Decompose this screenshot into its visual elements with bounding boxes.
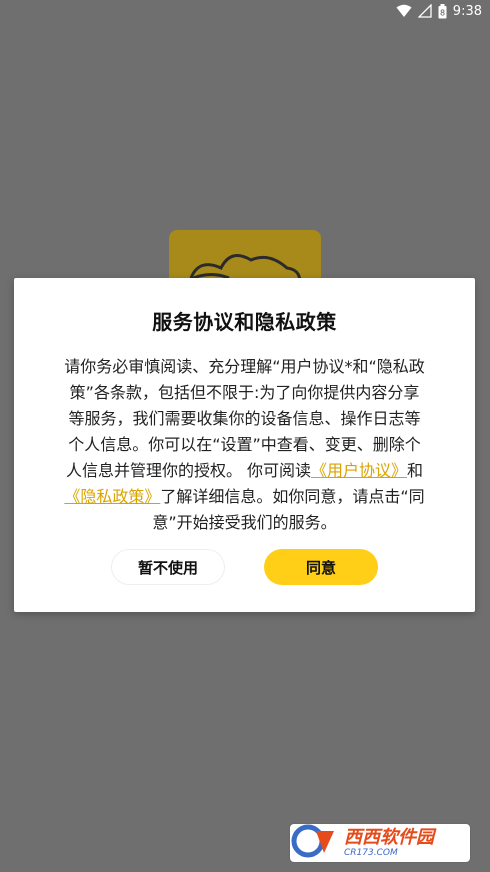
- battery-level: 8: [440, 8, 445, 17]
- body-text-2: 了解详细信息。如你同意，请点击“同意”开始接受我们的服务。: [152, 487, 425, 532]
- watermark: 西西软件园 CR173.COM: [290, 824, 470, 862]
- and-text: 和: [407, 461, 424, 480]
- dialog-body: 请你务必审慎阅读、充分理解“用户协议*和“隐私政策”各条款，包括但不限于:为了向…: [62, 354, 427, 536]
- privacy-policy-link[interactable]: 《隐私政策》: [64, 487, 160, 506]
- dialog-title: 服务协议和隐私政策: [152, 310, 337, 334]
- watermark-subtitle: CR173.COM: [344, 847, 398, 858]
- watermark-logo-icon: [290, 823, 340, 863]
- signal-icon: [417, 4, 432, 18]
- battery-icon: 8: [438, 3, 447, 19]
- user-agreement-link[interactable]: 《用户协议》: [311, 461, 407, 480]
- wifi-icon: [396, 4, 412, 18]
- watermark-title: 西西软件园: [344, 826, 434, 848]
- agree-button[interactable]: 同意: [264, 549, 378, 585]
- status-bar: 8 9:38: [0, 0, 490, 22]
- cancel-button[interactable]: 暂不使用: [111, 549, 225, 585]
- clock-time: 9:38: [452, 3, 482, 19]
- privacy-dialog: 服务协议和隐私政策 请你务必审慎阅读、充分理解“用户协议*和“隐私政策”各条款，…: [14, 278, 475, 612]
